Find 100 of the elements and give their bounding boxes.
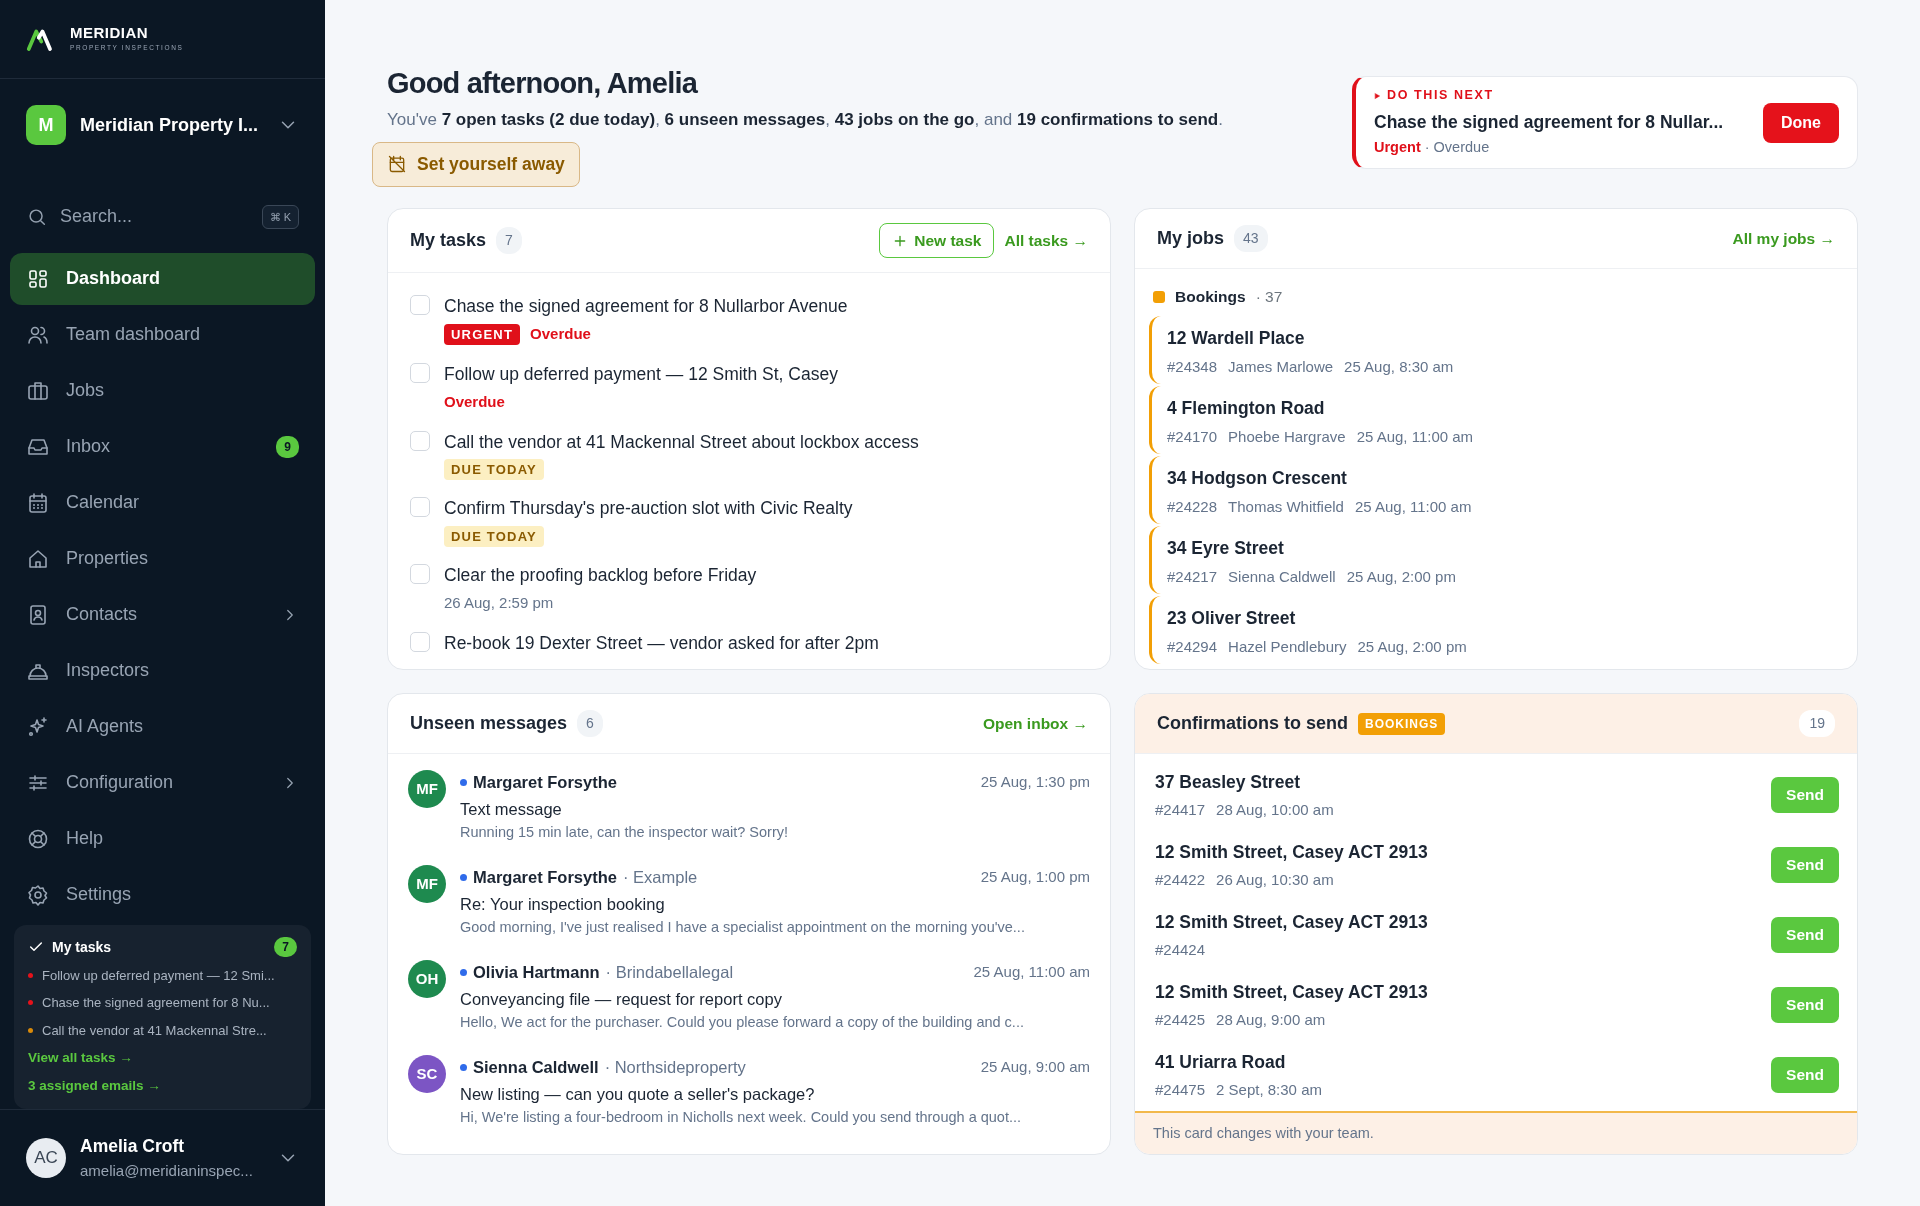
count-badge: 19	[1799, 710, 1835, 737]
sender-name: Margaret Forsythe	[473, 867, 617, 888]
job-time: 2 Sept, 8:30 am	[1216, 1079, 1322, 1100]
message-time: 25 Aug, 9:00 am	[980, 1057, 1090, 1078]
overdue-label: Overdue	[444, 392, 505, 412]
task-link[interactable]: Call the vendor at 41 Mackennal Stre...	[42, 1020, 267, 1041]
job-number: #24424	[1155, 939, 1206, 960]
inspector-name: Phoebe Hargrave	[1228, 426, 1346, 447]
away-button[interactable]: Set yourself away	[372, 142, 580, 187]
job-number: #24228	[1167, 496, 1218, 517]
job-time: 25 Aug, 11:00 am	[1354, 496, 1472, 517]
task-title: Confirm Thursday's pre-auction slot with Civic Realty	[444, 497, 853, 521]
nav-item[interactable]: AI Agents	[10, 700, 315, 753]
inspector-name: Sienna Caldwell	[1228, 566, 1336, 587]
job-time: 28 Aug, 10:00 am	[1216, 799, 1334, 820]
message-preview: Running 15 min late, can the inspector wait? Sorry!	[460, 822, 790, 842]
user-email: amelia@meridianinspec...	[80, 1160, 254, 1181]
property-address: 12 Smith Street, Casey ACT 2913	[1155, 980, 1428, 1004]
group-name: Bookings	[1175, 287, 1246, 307]
sender-name: Olivia Hartmann	[473, 962, 600, 983]
job-item[interactable]: 23 Oliver Street #24294 Hazel Pendlebury 25 Aug, 2:00 pm	[1149, 596, 1843, 665]
open-inbox-link[interactable]: Open inbox →	[982, 711, 1088, 736]
calendar-off-icon	[387, 154, 407, 175]
message-subject: Text message	[460, 798, 563, 820]
job-item[interactable]: 12 Wardell Place #24348 James Marlowe 25 Aug, 8:30 am	[1149, 316, 1843, 385]
sparkle-icon	[26, 714, 50, 739]
triangle-icon	[1374, 91, 1381, 100]
nav-item[interactable]: Configuration	[10, 756, 315, 809]
nav-item[interactable]: Calendar	[10, 476, 315, 529]
nav-item[interactable]: Dashboard	[10, 252, 315, 305]
summary-text: You've 7 open tasks (2 due today), 6 unseen messages, 43 jobs on the go, and 19 confirmations to send.	[387, 108, 1223, 131]
task-checkbox[interactable]	[410, 430, 430, 451]
sender-organisation: · Example	[622, 867, 698, 888]
job-number: #24217	[1167, 566, 1218, 587]
settings-icon	[26, 882, 50, 907]
brand-name: MERIDIAN	[70, 25, 150, 41]
property-address: 12 Smith Street, Casey ACT 2913	[1155, 840, 1428, 864]
task-title: Clear the proofing backlog before Friday	[444, 564, 757, 587]
all-jobs-link[interactable]: All my jobs →	[1732, 226, 1835, 251]
job-item[interactable]: 34 Hodgson Crescent #24228 Thomas Whitfield 25 Aug, 11:00 am	[1149, 456, 1843, 525]
task-checkbox[interactable]	[410, 631, 430, 652]
priority-label: Urgent	[1374, 139, 1421, 156]
job-number: #24294	[1167, 636, 1218, 657]
job-number: #24170	[1167, 426, 1218, 447]
job-time: 25 Aug, 8:30 am	[1344, 356, 1454, 377]
message-subject: Conveyancing file — request for report copy	[460, 988, 783, 1010]
count-badge: 9	[276, 435, 299, 458]
message-preview: Hello, We act for the purchaser. Could you please forward a copy of the building and c...	[460, 1012, 1025, 1032]
nav-item[interactable]: Jobs	[10, 364, 315, 417]
job-address: 4 Flemington Road	[1167, 397, 1326, 421]
user-name: Amelia Croft	[80, 1135, 186, 1159]
search-field[interactable]: Search... ⌘ K	[26, 196, 299, 237]
nav-item[interactable]: Inspectors	[10, 644, 315, 697]
shortcut-hint: ⌘ K	[261, 204, 299, 229]
property-address: 12 Smith Street, Casey ACT 2913	[1155, 910, 1428, 934]
done-button[interactable]: Done	[1763, 102, 1839, 143]
card-footer-note: This card changes with your team.	[1135, 1111, 1857, 1154]
workspace-switcher[interactable]: M Meridian Property I...	[0, 79, 325, 171]
message-item[interactable]: MF Margaret Forsythe 25 Aug, 1:30 pm Text message Running 15 min late, can the inspector wait? Sorry!	[408, 770, 1090, 865]
user-avatar: AC	[26, 1137, 66, 1178]
count-badge: 7	[274, 937, 297, 958]
nav-item[interactable]: Settings	[10, 868, 315, 921]
task-title: Re-book 19 Dexter Street — vendor asked for after 2pm	[444, 631, 879, 655]
message-subject: New listing — can you quote a seller's package?	[460, 1083, 816, 1105]
message-preview: Good morning, I've just realised I have a specialist appointment on the morning you've...	[460, 917, 1026, 937]
count-badge: 6	[577, 710, 603, 737]
nav-item[interactable]: Inbox 9	[10, 420, 315, 473]
job-number: #24475	[1155, 1079, 1206, 1100]
due-date: 26 Aug, 2:59 pm	[444, 593, 554, 614]
message-item[interactable]: SC Sienna Caldwell · Northsideproperty 25 Aug, 9:00 am New listing — can you quote a seller's package? Hi, We're listing a four-bedroom in Nicholls next week. Could you send through a quot...	[408, 1055, 1090, 1150]
new-task-button[interactable]: New task	[879, 222, 995, 259]
task-link[interactable]: Chase the signed agreement for 8 Nu...	[42, 993, 270, 1013]
overdue-label: Overdue	[530, 324, 591, 345]
contact-avatar: OH	[408, 960, 446, 998]
inspector-name: Hazel Pendlebury	[1228, 636, 1347, 657]
sender-name: Sienna Caldwell	[473, 1057, 599, 1078]
job-item[interactable]: 4 Flemington Road #24170 Phoebe Hargrave 25 Aug, 11:00 am	[1149, 386, 1843, 455]
contact-avatar: MF	[408, 865, 446, 903]
job-time: 25 Aug, 2:00 pm	[1346, 566, 1456, 587]
message-item[interactable]: OH Olivia Hartmann · Brindabellalegal 25 Aug, 11:00 am Conveyancing file — request for report copy Hello, We act for the purchaser. Could you please forward a copy of the building and c...	[408, 960, 1090, 1055]
task-link[interactable]: Follow up deferred payment — 12 Smi...	[42, 965, 275, 986]
card-title: Unseen messages	[410, 712, 568, 735]
task-checkbox[interactable]	[410, 295, 430, 315]
message-item[interactable]: MF Margaret Forsythe · Example 25 Aug, 1:00 pm Re: Your inspection booking Good morning, I've just realised I have a specialist appointment on the morning you've...	[408, 865, 1090, 960]
nav-item[interactable]: Team dashboard	[10, 308, 315, 361]
nav-item[interactable]: Help	[10, 812, 315, 865]
job-item[interactable]: 34 Eyre Street #24217 Sienna Caldwell 25 Aug, 2:00 pm	[1149, 526, 1843, 595]
task-checkbox[interactable]	[410, 564, 430, 584]
nav-item[interactable]: Properties	[10, 532, 315, 585]
task-title: Call the vendor at 41 Mackennal Street about lockbox access	[444, 430, 919, 454]
all-tasks-link[interactable]: All tasks →	[1004, 228, 1088, 253]
nav-item[interactable]: Contacts	[10, 588, 315, 641]
job-address: 23 Oliver Street	[1167, 607, 1297, 631]
panel-link[interactable]: 3 assigned emails →	[28, 1076, 161, 1097]
task-checkbox[interactable]	[410, 497, 430, 518]
panel-link[interactable]: View all tasks →	[28, 1048, 133, 1069]
property-address: 41 Uriarra Road	[1155, 1050, 1287, 1074]
task-checkbox[interactable]	[410, 362, 430, 383]
message-time: 25 Aug, 11:00 am	[973, 962, 1090, 983]
sender-organisation: · Northsideproperty	[604, 1057, 746, 1078]
